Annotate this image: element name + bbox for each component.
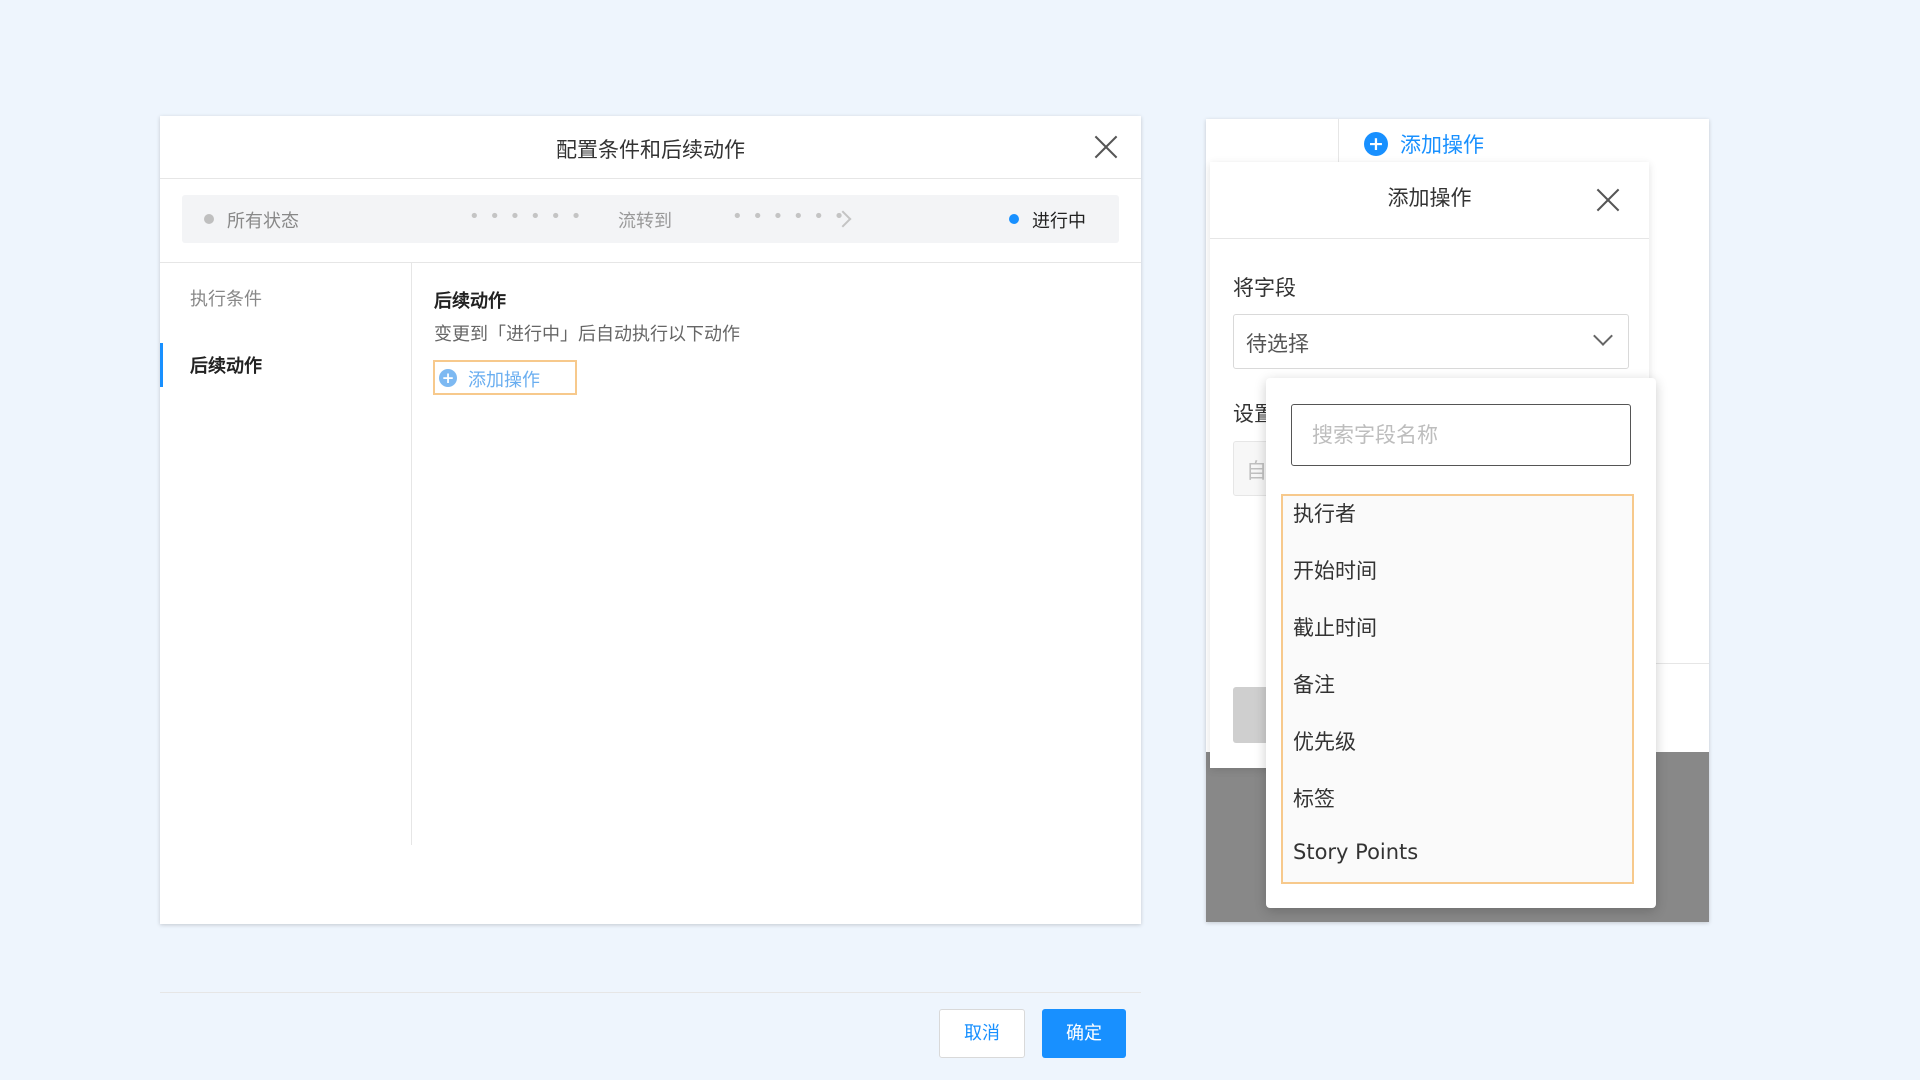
field-option-start-time[interactable]: 开始时间 [1293,555,1377,585]
dialog-body: 执行条件 后续动作 后续动作 变更到「进行中」后自动执行以下动作 + 添加操作 … [160,262,1141,1058]
actions-section-description: 变更到「进行中」后自动执行以下动作 [434,324,740,345]
cancel-button[interactable]: 取消 [939,1009,1025,1058]
plus-circle-icon: + [1364,132,1388,156]
field-option-deadline[interactable]: 截止时间 [1293,612,1377,642]
field-option-assignee[interactable]: 执行者 [1293,498,1356,528]
actions-section-title: 后续动作 [434,291,506,312]
dialog-title: 配置条件和后续动作 [556,138,745,162]
confirm-button[interactable]: 确定 [1042,1009,1126,1058]
field-label: 将字段 [1233,276,1296,300]
from-status-label: 所有状态 [227,211,299,232]
add-action-dialog-header: 添加操作 [1210,162,1649,239]
close-icon[interactable] [1093,134,1119,160]
set-value-text: 自 [1246,459,1267,483]
plus-circle-icon: + [439,369,457,387]
sidebar-item-actions[interactable]: 后续动作 [190,352,262,378]
field-option-tags[interactable]: 标签 [1293,783,1335,813]
field-select[interactable]: 待选择 [1233,314,1629,369]
panel-add-action-label: 添加操作 [1400,133,1484,157]
field-option-notes[interactable]: 备注 [1293,669,1335,699]
sidebar-active-indicator [160,343,163,387]
panel-divider [1338,119,1339,164]
field-options-list: 执行者 开始时间 截止时间 备注 优先级 标签 Story Points [1281,494,1634,884]
close-icon[interactable] [1595,187,1621,213]
panel-footer-line [1656,663,1709,664]
field-dropdown: 执行者 开始时间 截止时间 备注 优先级 标签 Story Points [1266,378,1656,908]
footer-divider [160,992,1141,993]
chevron-down-icon [1593,326,1613,346]
field-select-value: 待选择 [1246,332,1309,356]
add-action-button[interactable]: + 添加操作 [433,360,577,395]
flow-dots-left: • • • • • • [469,206,584,227]
field-option-priority[interactable]: 优先级 [1293,726,1356,756]
dialog-sidebar: 执行条件 后续动作 [160,263,412,845]
add-action-dialog-title: 添加操作 [1387,186,1472,210]
dialog-header: 配置条件和后续动作 [160,116,1141,179]
sidebar-item-conditions[interactable]: 执行条件 [190,285,262,311]
flow-middle-label: 流转到 [618,211,672,232]
field-option-story-points[interactable]: Story Points [1293,840,1418,864]
add-action-label: 添加操作 [468,370,540,391]
from-status-dot [204,214,214,224]
field-search-input[interactable] [1291,404,1631,466]
to-status-dot [1009,214,1019,224]
flow-dots-right: • • • • • • [732,206,847,227]
status-flow-bar: 所有状态 • • • • • • 流转到 • • • • • • 进行中 [182,195,1119,243]
config-dialog: 配置条件和后续动作 所有状态 • • • • • • 流转到 • • • • •… [160,116,1141,1058]
to-status-label: 进行中 [1032,211,1086,232]
